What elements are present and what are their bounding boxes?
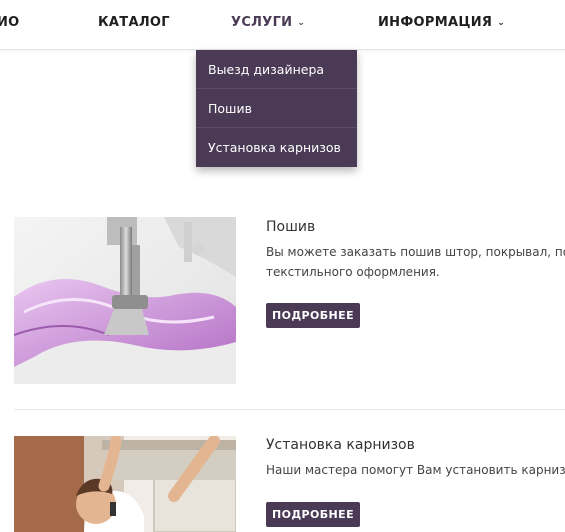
- more-details-button[interactable]: ПОДРОБНЕЕ: [266, 502, 360, 527]
- services-dropdown-menu: Выезд дизайнера Пошив Установка карнизов: [196, 50, 357, 167]
- curtain-installer-illustration: [14, 436, 236, 532]
- section-divider: [14, 409, 565, 410]
- card-description: Вы можете заказать пошив штор, покрывал,…: [266, 245, 565, 279]
- card-title[interactable]: Установка карнизов: [266, 437, 415, 453]
- dropdown-item-sewing[interactable]: Пошив: [196, 89, 357, 128]
- top-navigation: ИО КАТАЛОГ УСЛУГИ ⌄ ИНФОРМАЦИЯ ⌄: [0, 0, 565, 50]
- nav-item-info[interactable]: ИНФОРМАЦИЯ ⌄: [378, 15, 505, 30]
- nav-item-catalog-label: КАТАЛОГ: [98, 15, 170, 30]
- nav-item-services-label: УСЛУГИ: [231, 15, 293, 30]
- curtain-installer-image[interactable]: [14, 436, 236, 532]
- nav-item-info-label: ИНФОРМАЦИЯ: [378, 15, 493, 30]
- card-description: Наши мастера помогут Вам установить карн…: [266, 463, 565, 477]
- more-details-button[interactable]: ПОДРОБНЕЕ: [266, 303, 360, 328]
- sewing-machine-image[interactable]: [14, 217, 236, 384]
- sewing-machine-illustration: [14, 217, 236, 384]
- chevron-down-icon: ⌄: [497, 18, 506, 28]
- nav-item-catalog[interactable]: КАТАЛОГ: [98, 15, 170, 30]
- dropdown-item-designer-visit[interactable]: Выезд дизайнера: [196, 50, 357, 89]
- card-title[interactable]: Пошив: [266, 219, 315, 235]
- nav-item-partial[interactable]: ИО: [0, 15, 20, 30]
- dropdown-item-label: Выезд дизайнера: [208, 62, 325, 77]
- nav-item-services[interactable]: УСЛУГИ ⌄: [231, 15, 305, 30]
- dropdown-item-label: Установка карнизов: [208, 140, 341, 155]
- dropdown-item-label: Пошив: [208, 101, 252, 116]
- chevron-down-icon: ⌄: [297, 18, 306, 28]
- dropdown-item-curtain-rod-install[interactable]: Установка карнизов: [196, 128, 357, 167]
- nav-item-partial-label: ИО: [0, 15, 20, 30]
